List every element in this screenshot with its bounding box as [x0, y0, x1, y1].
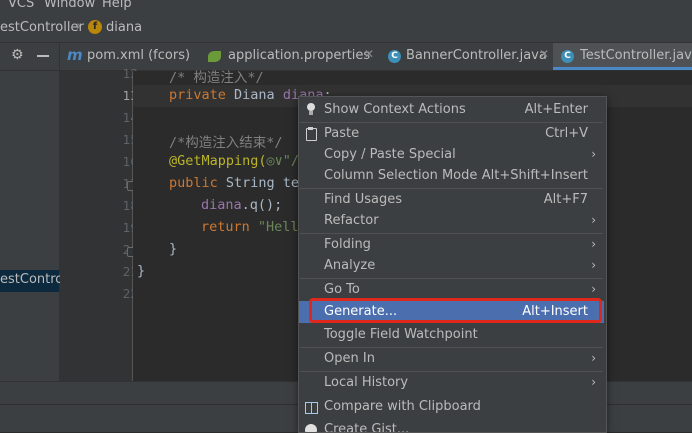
menu-item-label: Paste [324, 126, 360, 141]
paste-icon [305, 127, 317, 141]
editor-context-menu: Show Context Actions Alt+Enter Paste Ctr… [298, 96, 607, 433]
editor-gutter[interactable]: 12 13 14 15 16 17 18 19 20 21 22 [60, 67, 158, 381]
menu-item-label: Column Selection Mode [324, 168, 478, 183]
line-number: 22 [122, 287, 138, 301]
string-literal: ◎∨"/ [266, 153, 300, 169]
breadcrumb-member[interactable]: diana [106, 20, 142, 35]
gear-icon[interactable]: ⚙ [11, 47, 24, 63]
menu-item-refactor[interactable]: Refactor › [299, 210, 604, 232]
tab-label: BannerController.java [406, 48, 547, 63]
menu-item-copy-paste-special[interactable]: Copy / Paste Special › [299, 144, 604, 166]
submenu-arrow-icon: › [591, 258, 596, 272]
tab-label: TestController.java [580, 48, 692, 63]
menu-item-label: Refactor [324, 213, 379, 228]
keyword: return [201, 219, 250, 235]
menu-item-label: Toggle Field Watchpoint [324, 327, 478, 342]
menu-item-label: Local History [324, 375, 409, 390]
menu-item-label: Show Context Actions [324, 102, 466, 117]
menu-item-show-context-actions[interactable]: Show Context Actions Alt+Enter [299, 99, 604, 121]
field-icon: f [88, 20, 102, 34]
line-number: 14 [122, 111, 138, 125]
breadcrumb: estController › f diana [0, 14, 692, 43]
compare-icon [305, 400, 318, 414]
spring-leaf-icon [208, 51, 221, 62]
submenu-arrow-icon: › [591, 147, 596, 161]
tab-label: application.properties [228, 48, 371, 63]
line-number: 18 [122, 199, 138, 213]
field-name: diana [201, 197, 242, 213]
code-line-15: /*构造注入结束*/ [169, 135, 283, 151]
tab-banner-controller[interactable]: C BannerController.java ✕ [380, 43, 553, 70]
code-line-21: } [137, 263, 146, 279]
project-panel: estController [0, 71, 84, 381]
menu-item-paste[interactable]: Paste Ctrl+V [299, 123, 604, 145]
active-tab-indicator [553, 67, 692, 70]
code-text: String tes [217, 175, 308, 191]
main-menu-bar: VCS Window Help [0, 0, 692, 14]
submenu-arrow-icon: › [591, 351, 596, 365]
line-number: 13 [122, 89, 138, 103]
line-number: 16 [122, 155, 138, 169]
close-icon[interactable]: ✕ [364, 47, 374, 61]
menu-help[interactable]: Help [102, 0, 132, 11]
minimize-icon[interactable] [37, 55, 49, 57]
line-number: 15 [122, 133, 138, 147]
menu-item-shortcut: Alt+Shift+Insert [481, 168, 588, 183]
code-text: .q(); [241, 197, 283, 213]
class-icon: C [388, 50, 401, 63]
menu-item-label: Analyze [324, 258, 376, 273]
menu-item-shortcut: Alt+F7 [543, 192, 588, 207]
submenu-arrow-icon: › [591, 237, 596, 251]
tab-label: pom.xml (fcors) [87, 48, 191, 63]
menu-item-local-history[interactable]: Local History › [299, 372, 604, 394]
menu-vcs[interactable]: VCS [8, 0, 34, 11]
highlight-annotation-box [309, 298, 602, 323]
menu-item-label: Go To [324, 282, 360, 297]
code-line-17: public String tes [169, 175, 307, 191]
menu-item-label: Find Usages [324, 192, 403, 207]
menu-item-label: Open In [324, 351, 375, 366]
menu-item-label: Copy / Paste Special [324, 147, 456, 162]
type-name: Diana [225, 87, 283, 103]
submenu-arrow-icon: › [591, 213, 596, 227]
code-line-18: diana.q(); [201, 197, 282, 213]
close-icon[interactable]: ✕ [539, 47, 549, 61]
class-icon: C [561, 50, 574, 63]
keyword: private [169, 87, 226, 103]
line-number: 12 [122, 67, 138, 81]
code-line-16: @GetMapping(◎∨"/ [169, 153, 299, 169]
submenu-arrow-icon: › [591, 282, 596, 296]
code-line-20: } [169, 241, 178, 257]
tool-area: ⚙ [0, 43, 60, 70]
menu-item-compare-with-clipboard[interactable]: Compare with Clipboard [299, 396, 604, 418]
menu-item-toggle-field-watchpoint[interactable]: Toggle Field Watchpoint [299, 324, 604, 346]
menu-item-shortcut: Ctrl+V [545, 126, 588, 141]
tab-test-controller[interactable]: C TestController.java [553, 43, 692, 70]
maven-icon: m [67, 46, 83, 64]
menu-item-label: Compare with Clipboard [324, 399, 481, 414]
breadcrumb-class[interactable]: estController [0, 20, 84, 35]
menu-item-analyze[interactable]: Analyze › [299, 255, 604, 277]
menu-item-column-selection-mode[interactable]: Column Selection Mode Alt+Shift+Insert [299, 165, 604, 187]
code-line-12: /* 构造注入*/ [169, 70, 264, 86]
menu-item-shortcut: Alt+Enter [524, 102, 588, 117]
annotation: @GetMapping( [169, 153, 267, 169]
keyword: public [169, 175, 218, 191]
menu-item-label: Create Gist... [324, 422, 410, 433]
menu-item-label: Folding [324, 237, 371, 252]
menu-window[interactable]: Window [44, 0, 95, 11]
menu-item-folding[interactable]: Folding › [299, 234, 604, 256]
code-line-19: return "Hello [201, 219, 307, 235]
breadcrumb-separator-icon: › [76, 19, 82, 34]
line-number: 19 [122, 221, 138, 235]
menu-item-find-usages[interactable]: Find Usages Alt+F7 [299, 189, 604, 211]
submenu-arrow-icon: › [591, 375, 596, 389]
menu-item-open-in[interactable]: Open In › [299, 348, 604, 370]
line-number: 21 [122, 265, 138, 279]
github-icon [305, 423, 317, 432]
bulb-icon [305, 103, 317, 117]
project-tree-selected-item[interactable]: estController [0, 270, 84, 292]
